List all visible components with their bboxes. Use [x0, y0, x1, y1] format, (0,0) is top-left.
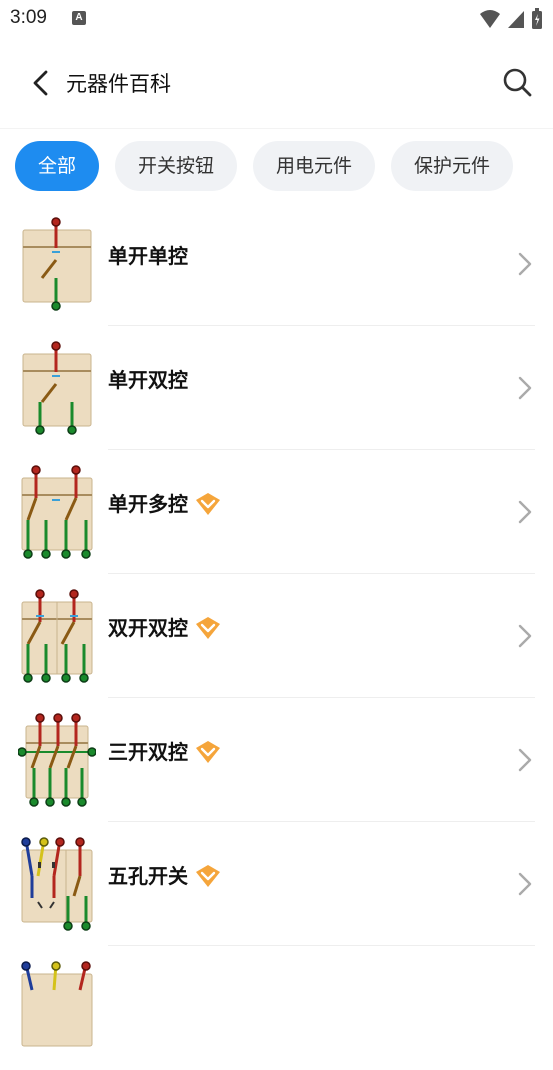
five-hole-switch-thumbnail: [21, 837, 93, 931]
search-button[interactable]: [499, 64, 535, 100]
item-title: 单开双控: [108, 368, 188, 392]
item-title: 双开双控: [108, 616, 188, 640]
item-title-row: 单开多控: [108, 488, 222, 518]
tab-protection-components[interactable]: 保护元件: [391, 141, 514, 191]
signal-icon: [508, 11, 524, 28]
item-title: 单开多控: [108, 492, 188, 516]
status-time: 3:09: [10, 7, 47, 28]
chevron-right-icon: [518, 500, 532, 524]
list-item-triple-gang-two-way[interactable]: 三开双控: [0, 698, 553, 822]
item-title: 五孔开关: [108, 864, 188, 888]
chevron-right-icon: [518, 252, 532, 276]
category-tabs: 全部 开关按钮 用电元件 保护元件: [15, 141, 514, 191]
page-title: 元器件百科: [66, 72, 171, 96]
chevron-right-icon: [518, 748, 532, 772]
list-item-partial[interactable]: [0, 946, 553, 1070]
notification-icon: A: [72, 11, 86, 25]
vip-badge-icon: [196, 492, 220, 515]
item-title: 单开单控: [108, 244, 188, 268]
chevron-right-icon: [518, 376, 532, 400]
list-item-double-gang-two-way[interactable]: 双开双控: [0, 574, 553, 698]
app-bar: 元器件百科: [0, 48, 553, 118]
single-gang-one-way-switch-thumbnail: [22, 217, 92, 311]
chevron-right-icon: [518, 872, 532, 896]
tab-electrical-components[interactable]: 用电元件: [253, 141, 376, 191]
status-bar: 3:09 A: [0, 0, 553, 38]
list-item-five-hole-switch[interactable]: 五孔开关: [0, 822, 553, 946]
list-item-single-gang-multi-way[interactable]: 单开多控: [0, 450, 553, 574]
list-item-single-gang-one-way[interactable]: 单开单控: [0, 202, 553, 326]
header-divider: [0, 128, 553, 129]
vip-badge-icon: [196, 616, 220, 639]
vip-badge-icon: [196, 864, 220, 887]
chevron-right-icon: [518, 624, 532, 648]
vip-badge-icon: [196, 740, 220, 763]
item-title-row: 五孔开关: [108, 860, 222, 890]
single-gang-multi-way-switch-thumbnail: [21, 465, 93, 559]
status-indicators: [479, 8, 543, 30]
double-gang-two-way-switch-thumbnail: [21, 589, 93, 683]
tab-switch-buttons[interactable]: 开关按钮: [115, 141, 238, 191]
wifi-icon: [480, 10, 500, 28]
item-title: 三开双控: [108, 740, 188, 764]
tab-all[interactable]: 全部: [15, 141, 100, 191]
search-icon: [503, 68, 532, 97]
battery-icon: [532, 8, 542, 29]
back-button[interactable]: [24, 66, 58, 100]
component-list: 单开单控 单开双控 单开多控 双开双控 三开双控 五孔开关: [0, 202, 553, 1070]
item-title-row: 双开双控: [108, 612, 222, 642]
triple-gang-two-way-switch-thumbnail: [18, 713, 96, 807]
chevron-left-icon: [33, 70, 48, 96]
item-title-row: 三开双控: [108, 736, 222, 766]
switch-thumbnail: [21, 961, 93, 1047]
list-item-single-gang-two-way[interactable]: 单开双控: [0, 326, 553, 450]
single-gang-two-way-switch-thumbnail: [22, 341, 92, 435]
